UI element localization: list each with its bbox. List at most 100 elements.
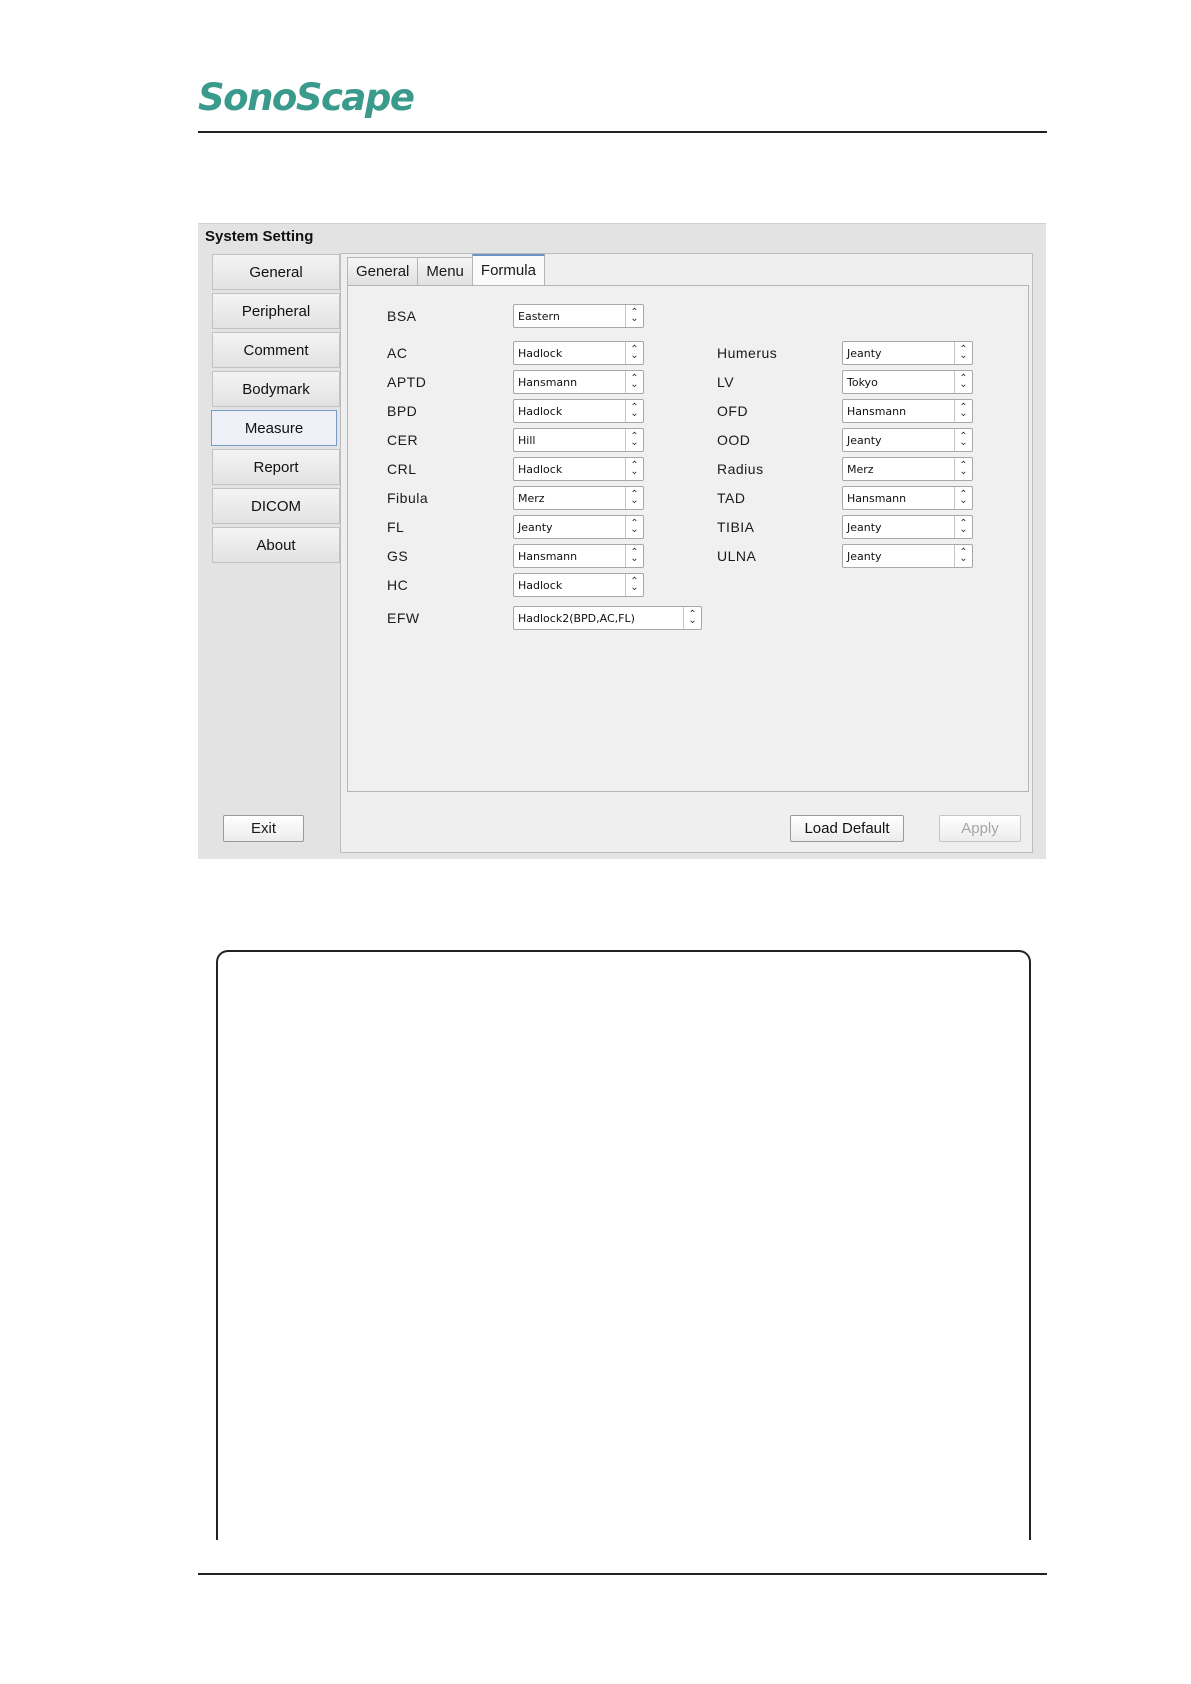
radius-select[interactable]: Merz ⌃ ⌄: [842, 457, 973, 481]
lv-label: LV: [717, 374, 735, 390]
sidebar-item-label: About: [256, 536, 296, 554]
note-box: [216, 950, 1031, 1540]
bpd-select[interactable]: Hadlock ⌃ ⌄: [513, 399, 644, 423]
updown-arrow-icon: ⌃ ⌄: [954, 429, 972, 451]
select-value: Hadlock: [518, 347, 563, 360]
updown-arrow-icon: ⌃ ⌄: [954, 516, 972, 538]
sidebar-item-label: General: [249, 263, 303, 281]
ofd-select[interactable]: Hansmann ⌃ ⌄: [842, 399, 973, 423]
apply-button[interactable]: Apply: [939, 815, 1021, 842]
footer-rule: [198, 1573, 1047, 1575]
window-title: System Setting: [205, 228, 314, 245]
sidebar-item-measure[interactable]: Measure: [211, 410, 337, 446]
ulna-select[interactable]: Jeanty ⌃ ⌄: [842, 544, 973, 568]
fibula-select[interactable]: Merz ⌃ ⌄: [513, 486, 644, 510]
hc-label: HC: [387, 577, 409, 593]
updown-arrow-icon: ⌃ ⌄: [954, 342, 972, 364]
tad-select[interactable]: Hansmann ⌃ ⌄: [842, 486, 973, 510]
fl-select[interactable]: Jeanty ⌃ ⌄: [513, 515, 644, 539]
updown-arrow-icon: ⌃ ⌄: [625, 574, 643, 596]
updown-arrow-icon: ⌃ ⌄: [954, 400, 972, 422]
settings-panel: General Menu Formula BSA Eastern ⌃ ⌄ AC H…: [340, 253, 1033, 853]
select-value: Hansmann: [847, 405, 907, 418]
sidebar: General Peripheral Comment Bodymark Meas…: [211, 254, 340, 566]
sidebar-item-about[interactable]: About: [212, 527, 340, 563]
sidebar-item-dicom[interactable]: DICOM: [212, 488, 340, 524]
hc-select[interactable]: Hadlock ⌃ ⌄: [513, 573, 644, 597]
efw-label: EFW: [387, 610, 420, 626]
select-value: Eastern: [518, 310, 560, 323]
lv-select[interactable]: Tokyo ⌃ ⌄: [842, 370, 973, 394]
select-value: Hansmann: [518, 376, 578, 389]
updown-arrow-icon: ⌃ ⌄: [625, 305, 643, 327]
crl-label: CRL: [387, 461, 417, 477]
updown-arrow-icon: ⌃ ⌄: [954, 487, 972, 509]
radius-label: Radius: [717, 461, 764, 477]
aptd-select[interactable]: Hansmann ⌃ ⌄: [513, 370, 644, 394]
ac-label: AC: [387, 345, 408, 361]
ood-label: OOD: [717, 432, 751, 448]
tab-formula[interactable]: Formula: [471, 254, 545, 285]
tab-bar: General Menu Formula: [347, 254, 545, 285]
ofd-label: OFD: [717, 403, 749, 419]
updown-arrow-icon: ⌃ ⌄: [625, 516, 643, 538]
updown-arrow-icon: ⌃ ⌄: [625, 487, 643, 509]
sidebar-item-peripheral[interactable]: Peripheral: [212, 293, 340, 329]
bsa-label: BSA: [387, 308, 417, 324]
select-value: Hadlock2(BPD,AC,FL): [518, 612, 635, 625]
tab-general[interactable]: General: [347, 257, 419, 285]
formula-content: BSA Eastern ⌃ ⌄ AC Hadlock ⌃ ⌄ APTD Hansman…: [347, 285, 1029, 792]
aptd-label: APTD: [387, 374, 427, 390]
exit-button[interactable]: Exit: [223, 815, 304, 842]
load-default-button[interactable]: Load Default: [790, 815, 904, 842]
ulna-label: ULNA: [717, 548, 757, 564]
cer-select[interactable]: Hill ⌃ ⌄: [513, 428, 644, 452]
gs-select[interactable]: Hansmann ⌃ ⌄: [513, 544, 644, 568]
sidebar-item-label: Comment: [243, 341, 309, 359]
gs-label: GS: [387, 548, 409, 564]
select-value: Jeanty: [847, 550, 882, 563]
updown-arrow-icon: ⌃ ⌄: [954, 371, 972, 393]
select-value: Merz: [518, 492, 545, 505]
ac-select[interactable]: Hadlock ⌃ ⌄: [513, 341, 644, 365]
tab-menu[interactable]: Menu: [417, 257, 473, 285]
system-setting-window: System Setting General Peripheral Commen…: [198, 223, 1046, 859]
sidebar-item-bodymark[interactable]: Bodymark: [212, 371, 340, 407]
crl-select[interactable]: Hadlock ⌃ ⌄: [513, 457, 644, 481]
sidebar-item-label: Bodymark: [242, 380, 310, 398]
bpd-label: BPD: [387, 403, 418, 419]
updown-arrow-icon: ⌃ ⌄: [625, 545, 643, 567]
bsa-select[interactable]: Eastern ⌃ ⌄: [513, 304, 644, 328]
header-rule: [198, 131, 1047, 133]
select-value: Hansmann: [518, 550, 578, 563]
sidebar-item-general[interactable]: General: [212, 254, 340, 290]
sidebar-item-label: Report: [253, 458, 299, 476]
updown-arrow-icon: ⌃ ⌄: [625, 371, 643, 393]
cer-label: CER: [387, 432, 419, 448]
select-value: Jeanty: [847, 521, 882, 534]
ood-select[interactable]: Jeanty ⌃ ⌄: [842, 428, 973, 452]
select-value: Jeanty: [518, 521, 553, 534]
updown-arrow-icon: ⌃ ⌄: [683, 607, 701, 629]
tad-label: TAD: [717, 490, 746, 506]
sidebar-item-comment[interactable]: Comment: [212, 332, 340, 368]
updown-arrow-icon: ⌃ ⌄: [625, 458, 643, 480]
select-value: Hill: [518, 434, 536, 447]
sidebar-item-label: Measure: [244, 419, 304, 437]
select-value: Hadlock: [518, 463, 563, 476]
updown-arrow-icon: ⌃ ⌄: [625, 429, 643, 451]
humerus-select[interactable]: Jeanty ⌃ ⌄: [842, 341, 973, 365]
updown-arrow-icon: ⌃ ⌄: [954, 545, 972, 567]
updown-arrow-icon: ⌃ ⌄: [625, 400, 643, 422]
select-value: Hadlock: [518, 405, 563, 418]
tibia-select[interactable]: Jeanty ⌃ ⌄: [842, 515, 973, 539]
tibia-label: TIBIA: [717, 519, 755, 535]
sidebar-item-report[interactable]: Report: [212, 449, 340, 485]
select-value: Hadlock: [518, 579, 563, 592]
select-value: Hansmann: [847, 492, 907, 505]
updown-arrow-icon: ⌃ ⌄: [625, 342, 643, 364]
sidebar-item-label: DICOM: [251, 497, 301, 515]
fl-label: FL: [387, 519, 405, 535]
efw-select[interactable]: Hadlock2(BPD,AC,FL) ⌃ ⌄: [513, 606, 702, 630]
select-value: Tokyo: [847, 376, 878, 389]
